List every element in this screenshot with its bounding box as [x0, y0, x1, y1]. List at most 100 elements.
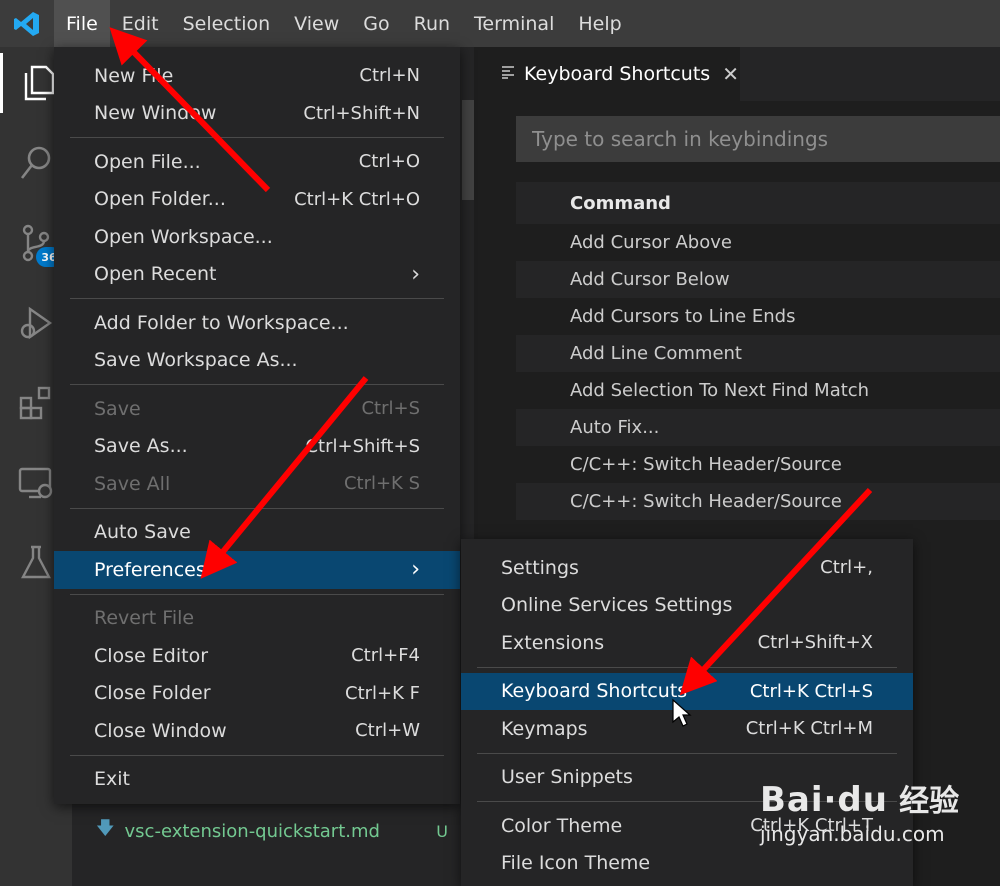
menu-item-extensions[interactable]: Extensions Ctrl+Shift+X: [461, 624, 913, 662]
menu-item-preferences[interactable]: Preferences ›: [54, 551, 460, 589]
menu-item-label: Preferences: [94, 558, 206, 581]
menu-item-label: Open Recent: [94, 263, 217, 286]
menu-item-shortcut: Ctrl+Shift+N: [303, 102, 420, 124]
menu-item-label: New Window: [94, 102, 217, 125]
menu-separator: [54, 503, 460, 514]
menu-item-label: New File: [94, 64, 174, 87]
menu-item-save-workspace-as[interactable]: Save Workspace As...: [54, 342, 460, 380]
menu-item-label: Keymaps: [501, 717, 588, 740]
menu-item-label: Close Editor: [94, 644, 209, 667]
menu-item-label: Save All: [94, 472, 171, 495]
menu-selection[interactable]: Selection: [171, 0, 283, 47]
menu-item-label: Save: [94, 397, 141, 420]
menu-go[interactable]: Go: [351, 0, 401, 47]
menu-item-open-file[interactable]: Open File... Ctrl+O: [54, 143, 460, 181]
menu-item-label: Keyboard Shortcuts: [501, 680, 688, 703]
menu-item-open-recent[interactable]: Open Recent ›: [54, 256, 460, 294]
menu-item-shortcut: Ctrl+K S: [343, 473, 420, 495]
menu-separator: [54, 750, 460, 761]
menu-item-label: Close Window: [94, 719, 227, 742]
table-row[interactable]: Add Cursor Below: [516, 261, 1000, 298]
menu-item-open-folder[interactable]: Open Folder... Ctrl+K Ctrl+O: [54, 181, 460, 219]
table-row[interactable]: Add Selection To Next Find Match: [516, 372, 1000, 409]
tab-label: Keyboard Shortcuts: [524, 63, 711, 85]
menu-item-label: Close Folder: [94, 682, 211, 705]
menu-item-open-workspace[interactable]: Open Workspace...: [54, 218, 460, 256]
menu-item-new-file[interactable]: New File Ctrl+N: [54, 57, 460, 95]
menu-item-label: Open Workspace...: [94, 225, 273, 248]
menu-item-keyboard-shortcuts[interactable]: Keyboard Shortcuts Ctrl+K Ctrl+S: [461, 672, 913, 710]
menu-item-label: File Icon Theme: [501, 852, 651, 875]
menu-view[interactable]: View: [282, 0, 351, 47]
menu-item-shortcut: Ctrl+Shift+S: [305, 435, 420, 457]
menu-item-shortcut: Ctrl+S: [361, 398, 420, 420]
menu-item-label: Extensions: [501, 631, 605, 654]
menu-item-new-window[interactable]: New Window Ctrl+Shift+N: [54, 95, 460, 133]
menu-item-shortcut: Ctrl+K F: [345, 682, 420, 704]
menu-item-shortcut: Ctrl+N: [359, 65, 420, 87]
close-icon[interactable]: ✕: [722, 62, 739, 86]
menu-item-label: Exit: [94, 768, 130, 791]
chevron-right-icon: ›: [411, 557, 420, 583]
menu-run[interactable]: Run: [402, 0, 462, 47]
table-row[interactable]: C/C++: Switch Header/Source: [516, 446, 1000, 483]
menu-item-settings[interactable]: Settings Ctrl+,: [461, 549, 913, 587]
menu-item-label: Settings: [501, 556, 579, 579]
menu-item-label: Revert File: [94, 607, 195, 630]
menu-item-label: Online Services Settings: [501, 594, 733, 617]
menu-item-online-services-settings[interactable]: Online Services Settings: [461, 587, 913, 625]
menu-item-label: Save Workspace As...: [94, 349, 298, 372]
menu-item-shortcut: Ctrl+W: [355, 720, 420, 742]
tab-keyboard-shortcuts[interactable]: Keyboard Shortcuts ✕: [474, 47, 740, 101]
preview-lines-icon: [500, 63, 516, 85]
file-menu: New File Ctrl+N New Window Ctrl+Shift+N Op…: [54, 47, 460, 804]
menu-item-close-editor[interactable]: Close Editor Ctrl+F4: [54, 637, 460, 675]
menu-item-close-window[interactable]: Close Window Ctrl+W: [54, 712, 460, 750]
table-row[interactable]: C/C++: Switch Header/Source: [516, 483, 1000, 520]
menu-edit[interactable]: Edit: [110, 0, 171, 47]
menu-terminal[interactable]: Terminal: [462, 0, 566, 47]
menu-item-shortcut: Ctrl+K Ctrl+O: [294, 188, 420, 210]
menu-item-label: Open File...: [94, 150, 201, 173]
menu-item-save-as[interactable]: Save As... Ctrl+Shift+S: [54, 428, 460, 466]
menubar: File Edit Selection View Go Run Terminal…: [0, 0, 1000, 47]
menu-item-label: Color Theme: [501, 814, 623, 837]
table-row[interactable]: Auto Fix...: [516, 409, 1000, 446]
explorer-file-item[interactable]: 🡇 vsc-extension-quickstart.md U: [96, 816, 466, 846]
menu-item-shortcut: Ctrl+K Ctrl+S: [749, 680, 873, 702]
menu-item-revert-file: Revert File: [54, 600, 460, 638]
menu-separator: [461, 662, 913, 673]
menu-item-exit[interactable]: Exit: [54, 761, 460, 799]
menu-help[interactable]: Help: [566, 0, 633, 47]
chevron-right-icon: ›: [411, 261, 420, 287]
menu-item-shortcut: Ctrl+O: [358, 151, 420, 173]
menu-separator: [54, 589, 460, 600]
tab-bar: Keyboard Shortcuts ✕: [474, 47, 1000, 101]
menu-separator: [461, 748, 913, 759]
explorer-file-name: vsc-extension-quickstart.md: [124, 820, 380, 842]
menu-item-add-folder-to-workspace[interactable]: Add Folder to Workspace...: [54, 304, 460, 342]
menu-item-label: User Snippets: [501, 766, 633, 789]
baidu-jingyan-watermark: Bai·du 经验 jingyan.baidu.com: [760, 776, 990, 876]
watermark-title: 经验: [899, 784, 960, 819]
menu-item-shortcut: Ctrl+K Ctrl+M: [745, 718, 873, 740]
menu-item-shortcut: Ctrl+,: [820, 557, 873, 579]
file-status-untracked: U: [436, 821, 448, 841]
keybindings-search-input[interactable]: [516, 116, 1000, 162]
table-row[interactable]: Add Cursors to Line Ends: [516, 298, 1000, 335]
menu-item-close-folder[interactable]: Close Folder Ctrl+K F: [54, 675, 460, 713]
menu-separator: [54, 132, 460, 143]
menu-item-label: Add Folder to Workspace...: [94, 311, 349, 334]
sidebar-scrollbar[interactable]: [462, 100, 474, 200]
menu-item-save-all: Save All Ctrl+K S: [54, 465, 460, 503]
menu-item-label: Open Folder...: [94, 188, 226, 211]
menu-file[interactable]: File: [54, 0, 110, 47]
table-row[interactable]: Add Cursor Above: [516, 224, 1000, 261]
menu-item-keymaps[interactable]: Keymaps Ctrl+K Ctrl+M: [461, 710, 913, 748]
menu-item-label: Save As...: [94, 435, 188, 458]
vscode-logo-icon: [0, 0, 54, 47]
menu-item-shortcut: Ctrl+Shift+X: [757, 632, 873, 654]
table-row[interactable]: Add Line Comment: [516, 335, 1000, 372]
menu-item-auto-save[interactable]: Auto Save: [54, 514, 460, 552]
column-header-command[interactable]: Command: [516, 182, 1000, 224]
